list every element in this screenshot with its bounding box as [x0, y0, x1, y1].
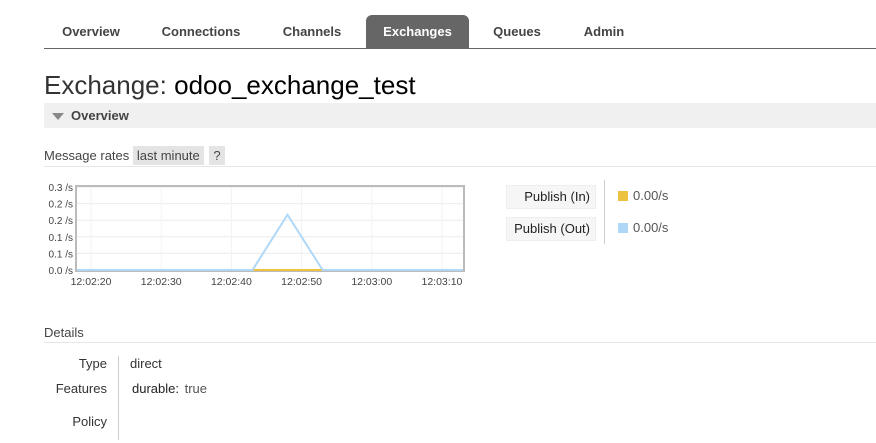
message-rates-chart: 0.3 /s0.2 /s0.2 /s0.1 /s0.1 /s0.0 /s12:0… — [49, 183, 465, 288]
tab-admin[interactable]: Admin — [565, 15, 643, 48]
overview-section-label: Overview — [71, 108, 129, 123]
legend-publish-in-button[interactable]: Publish (In) — [506, 185, 596, 209]
legend-divider — [604, 180, 605, 244]
exchange-name: odoo_exchange_test — [174, 70, 416, 100]
y-tick-label: 0.1 /s — [49, 249, 73, 260]
y-tick-label: 0.2 /s — [49, 216, 73, 227]
detail-value-features: durable: true — [132, 381, 207, 396]
tab-channels[interactable]: Channels — [266, 15, 358, 48]
publish-in-swatch-icon — [618, 191, 628, 201]
detail-key-type: Type — [78, 356, 107, 371]
divider — [44, 166, 876, 167]
x-tick-label: 12:03:00 — [351, 276, 392, 288]
x-tick-label: 12:03:10 — [422, 276, 463, 288]
tab-exchanges[interactable]: Exchanges — [366, 15, 469, 48]
x-tick-label: 12:02:20 — [71, 276, 112, 288]
page-title: Exchange: odoo_exchange_test — [44, 70, 416, 101]
x-tick-label: 12:02:50 — [281, 276, 322, 288]
overview-section-toggle[interactable]: Overview — [44, 103, 876, 128]
page-title-prefix: Exchange: — [44, 70, 167, 100]
y-tick-label: 0.2 /s — [49, 200, 73, 211]
x-tick-label: 12:02:30 — [141, 276, 182, 288]
detail-key-policy: Policy — [72, 414, 107, 429]
detail-key-features: Features — [55, 381, 107, 396]
message-rates-header: Message rates last minute ? — [44, 146, 225, 166]
message-rates-label: Message rates — [44, 148, 130, 163]
feature-durable-key: durable: — [132, 381, 179, 396]
details-title: Details — [44, 325, 84, 340]
tab-queues[interactable]: Queues — [477, 15, 557, 48]
publish-in-rate: 0.00/s — [633, 188, 669, 203]
chart-legend: Publish (In) Publish (Out) 0.00/s 0.00/s — [506, 180, 706, 250]
collapse-triangle-icon — [52, 113, 64, 120]
tab-connections[interactable]: Connections — [145, 15, 257, 48]
main-nav: Overview Connections Channels Exchanges … — [44, 15, 876, 49]
publish-out-swatch-icon — [618, 223, 628, 233]
tab-overview[interactable]: Overview — [44, 15, 138, 48]
feature-durable-value: true — [184, 381, 208, 396]
x-tick-label: 12:02:40 — [211, 276, 252, 288]
plot-border — [75, 185, 465, 272]
y-tick-label: 0.1 /s — [49, 233, 73, 244]
y-tick-label: 0.3 /s — [49, 183, 73, 194]
details-divider — [118, 356, 119, 440]
range-selector[interactable]: last minute — [132, 146, 204, 165]
publish-out-rate: 0.00/s — [633, 220, 669, 235]
divider — [44, 342, 876, 343]
detail-value-type: direct — [130, 356, 162, 371]
help-button[interactable]: ? — [209, 146, 225, 165]
series-line-publish-out — [77, 212, 463, 271]
legend-publish-out-button[interactable]: Publish (Out) — [506, 217, 596, 241]
y-tick-label: 0.0 /s — [49, 266, 73, 277]
